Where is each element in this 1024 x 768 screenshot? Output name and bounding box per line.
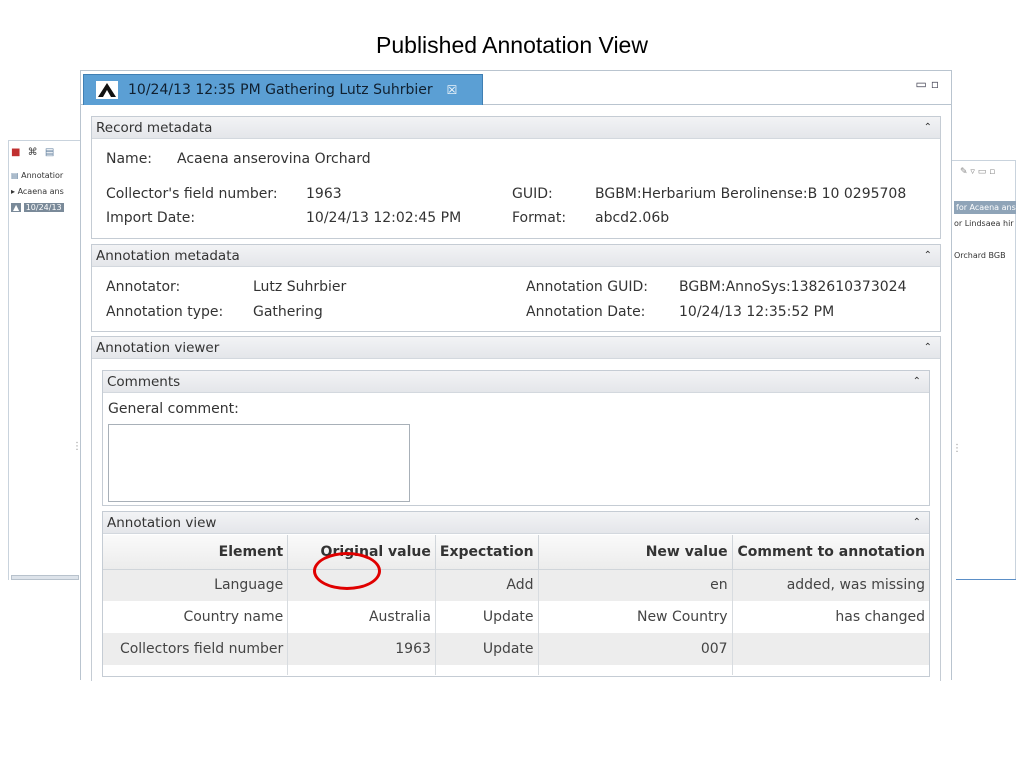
document-icon: ▤ <box>11 171 19 180</box>
import-date-label: Import Date: <box>106 210 196 226</box>
close-icon[interactable]: ☒ <box>447 83 458 97</box>
table-cell: Australia <box>287 601 436 633</box>
panel-header[interactable]: Annotation metadata ⌃ <box>92 245 940 267</box>
background-toolbar[interactable]: ✎ ▿ ▭ ▫ <box>960 167 995 177</box>
annotation-viewer-panel: Annotation viewer ⌃ Comments ⌃ General c… <box>91 336 941 681</box>
panel-header[interactable]: Annotation viewer ⌃ <box>92 337 940 359</box>
collapse-icon[interactable]: ⌃ <box>913 512 921 534</box>
format-value: abcd2.06b <box>595 210 670 226</box>
table-row[interactable]: Collectors field number 1963 Update 007 <box>103 633 929 665</box>
collapse-icon[interactable]: ⌃ <box>924 337 932 359</box>
background-toolbar: ■ ⌘ ▤ <box>11 147 56 158</box>
record-metadata-panel: Record metadata ⌃ Name: Acaena anserovin… <box>91 116 941 239</box>
background-tree-item[interactable]: ▤ Annotatior <box>11 171 81 180</box>
annotation-guid-label: Annotation GUID: <box>526 279 648 295</box>
table-header-row: Element Original value Expectation New v… <box>103 535 929 570</box>
annosys-logo-icon <box>96 81 118 99</box>
resize-handle-icon[interactable]: ⋮ <box>952 443 962 454</box>
annotator-label: Annotator: <box>106 279 181 295</box>
table-cell: Collectors field number <box>103 633 289 665</box>
slide-title: Published Annotation View <box>376 32 648 58</box>
table-cell: en <box>538 569 733 601</box>
table-cell: New Country <box>538 601 733 633</box>
tab-annotation[interactable]: 10/24/13 12:35 PM Gathering Lutz Suhrbie… <box>83 74 483 105</box>
column-header-element[interactable]: Element <box>103 535 289 570</box>
annotation-type-value: Gathering <box>253 304 323 320</box>
tab-title: 10/24/13 12:35 PM Gathering Lutz Suhrbie… <box>128 82 433 98</box>
horizontal-scrollbar[interactable] <box>11 575 79 580</box>
column-header-new-value[interactable]: New value <box>538 535 733 570</box>
table-cell: Country name <box>103 601 289 633</box>
comments-section: Comments ⌃ General comment: <box>102 370 930 506</box>
column-header-expectation[interactable]: Expectation <box>435 535 539 570</box>
annotation-date-label: Annotation Date: <box>526 304 646 320</box>
section-header[interactable]: Comments ⌃ <box>103 371 929 393</box>
background-list-item[interactable]: for Acaena ans <box>954 201 1016 214</box>
table-row[interactable]: Language Add en added, was missing <box>103 569 929 601</box>
table-row[interactable]: Country name Australia Update New Countr… <box>103 601 929 633</box>
background-navigator-pane: ■ ⌘ ▤ ▤ Annotatior ▸ Acaena ans ▲ 10/24/… <box>8 140 82 580</box>
annotator-value: Lutz Suhrbier <box>253 279 347 295</box>
stop-icon[interactable]: ■ <box>11 147 22 158</box>
general-comment-textarea[interactable] <box>108 424 410 502</box>
highlight-ellipse <box>313 552 381 590</box>
collapse-icon[interactable]: ⌃ <box>913 371 921 393</box>
document-icon[interactable]: ▤ <box>45 147 56 158</box>
annotation-view-section: Annotation view ⌃ Element Original value… <box>102 511 930 677</box>
table-cell: Update <box>435 633 539 665</box>
expand-icon[interactable]: ▸ <box>11 187 15 196</box>
collector-number-label: Collector's field number: <box>106 186 278 202</box>
table-cell: has changed <box>732 601 929 633</box>
collapse-icon[interactable]: ⌃ <box>924 245 932 267</box>
horizontal-scrollbar[interactable] <box>956 575 1016 580</box>
background-list-item[interactable]: Orchard BGB <box>954 251 1016 260</box>
table-cell <box>732 633 929 665</box>
annotation-date-value: 10/24/13 12:35:52 PM <box>679 304 835 320</box>
annotation-type-label: Annotation type: <box>106 304 224 320</box>
maximize-icon[interactable]: ▫ <box>931 77 943 91</box>
annotation-editor-window: 10/24/13 12:35 PM Gathering Lutz Suhrbie… <box>80 70 952 681</box>
annotation-table: Element Original value Expectation New v… <box>103 535 929 675</box>
editor-tab-bar: 10/24/13 12:35 PM Gathering Lutz Suhrbie… <box>81 71 951 105</box>
collapse-icon[interactable]: ⌃ <box>924 117 932 139</box>
background-list-item[interactable]: or Lindsaea hir <box>954 219 1016 228</box>
table-cell: Update <box>435 601 539 633</box>
background-tree-item[interactable]: ▸ Acaena ans <box>11 187 81 196</box>
column-header-comment[interactable]: Comment to annotation <box>732 535 929 570</box>
collector-number-value: 1963 <box>306 186 342 202</box>
annotation-metadata-panel: Annotation metadata ⌃ Annotator: Lutz Su… <box>91 244 941 332</box>
window-controls[interactable]: ▭▫ <box>916 77 943 91</box>
table-cell: 1963 <box>287 633 436 665</box>
name-label: Name: <box>106 151 153 167</box>
guid-value: BGBM:Herbarium Berolinense:B 10 0295708 <box>595 186 907 202</box>
annosys-logo-icon: ▲ <box>11 203 22 212</box>
background-tree-item[interactable]: ▲ 10/24/13 <box>11 203 81 212</box>
table-cell: added, was missing <box>732 569 929 601</box>
table-cell: 007 <box>538 633 733 665</box>
minimize-icon[interactable]: ▭ <box>916 77 931 91</box>
annotation-guid-value: BGBM:AnnoSys:1382610373024 <box>679 279 907 295</box>
table-cell: Language <box>103 569 289 601</box>
general-comment-label: General comment: <box>108 401 239 417</box>
binoculars-icon[interactable]: ⌘ <box>28 147 40 158</box>
name-value: Acaena anserovina Orchard <box>177 151 371 167</box>
table-row <box>103 665 929 675</box>
panel-header[interactable]: Record metadata ⌃ <box>92 117 940 139</box>
import-date-value: 10/24/13 12:02:45 PM <box>306 210 462 226</box>
format-label: Format: <box>512 210 567 226</box>
table-cell: Add <box>435 569 539 601</box>
section-header[interactable]: Annotation view ⌃ <box>103 512 929 534</box>
background-outline-pane: ✎ ▿ ▭ ▫ for Acaena ans or Lindsaea hir O… <box>952 160 1016 580</box>
guid-label: GUID: <box>512 186 553 202</box>
